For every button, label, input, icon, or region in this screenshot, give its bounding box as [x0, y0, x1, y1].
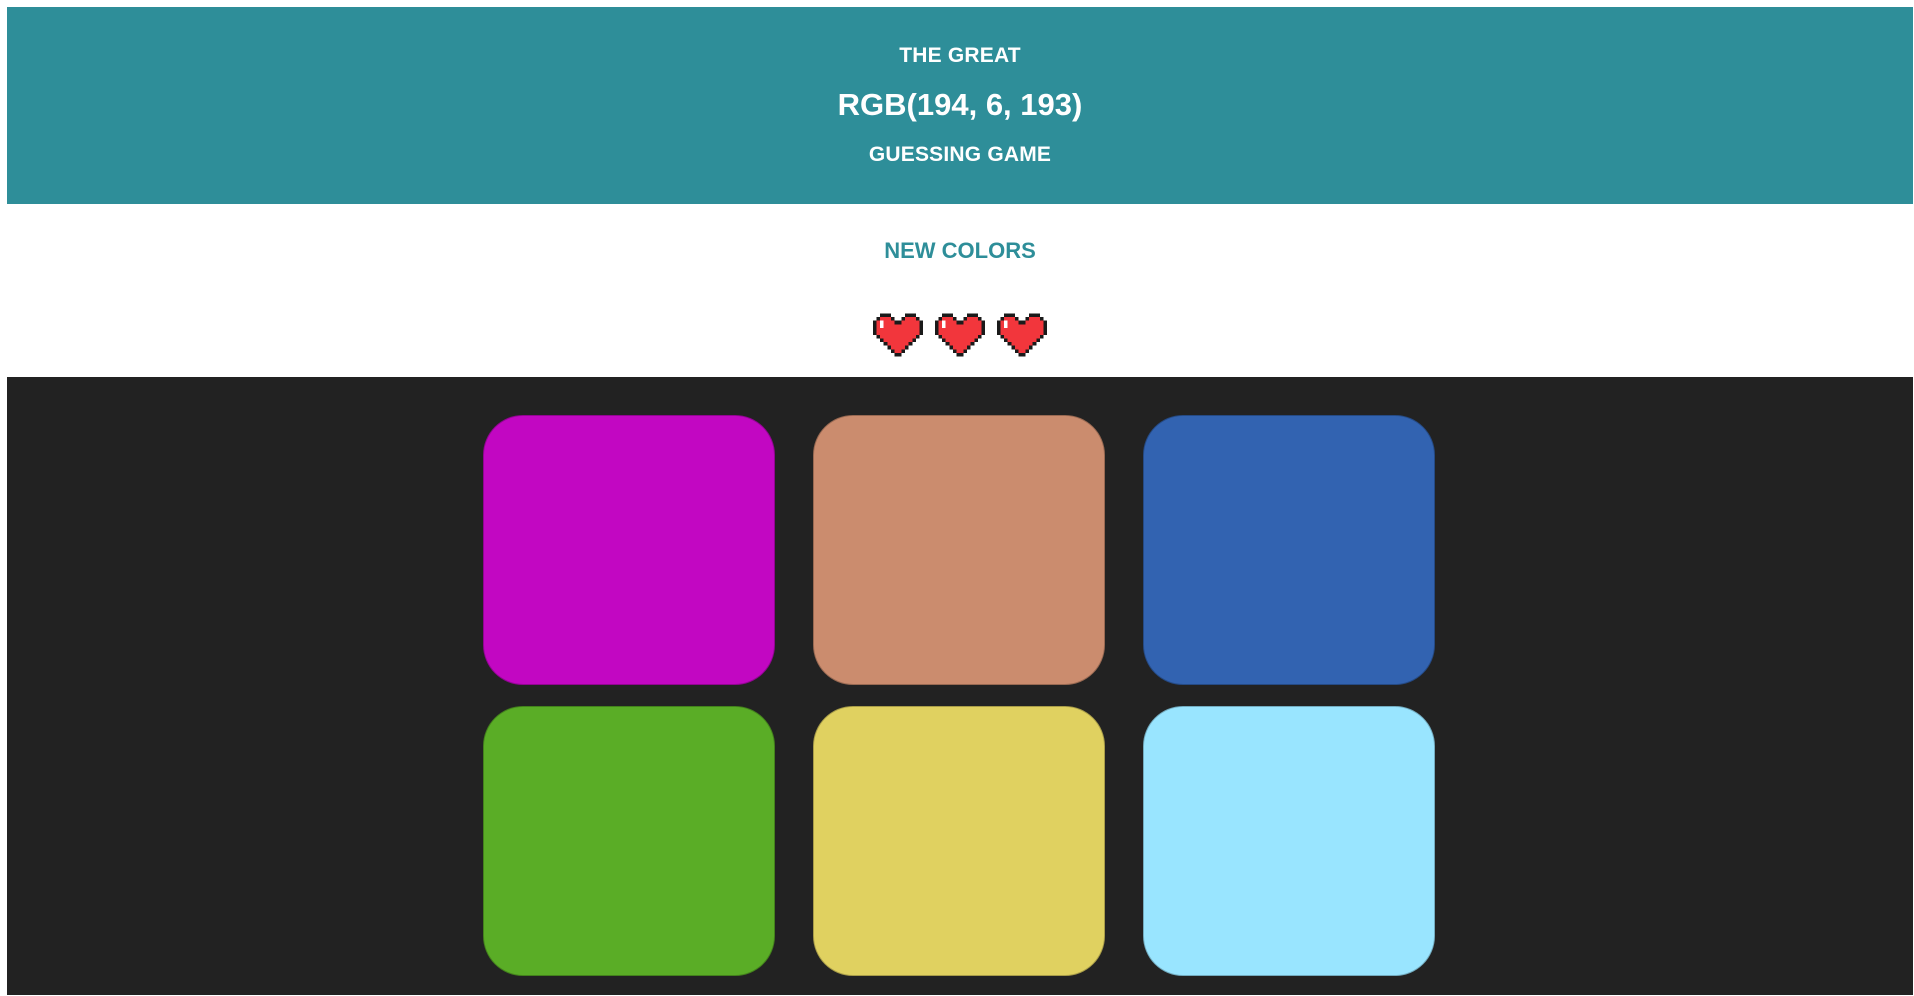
color-square-3[interactable] [1143, 415, 1435, 685]
pixel-heart-icon [873, 313, 923, 357]
color-square-4[interactable] [483, 706, 775, 976]
new-colors-button[interactable]: NEW COLORS [884, 238, 1036, 264]
color-square-1[interactable] [483, 415, 775, 685]
controls-bar: NEW COLORS [7, 204, 1913, 377]
target-rgb-display: RGB(194, 6, 193) [837, 87, 1083, 122]
header-title-bottom: GUESSING GAME [868, 143, 1052, 166]
color-square-6[interactable] [1143, 706, 1435, 976]
pixel-heart-icon [935, 313, 985, 357]
color-grid [483, 415, 1439, 976]
lives-display [7, 310, 1913, 360]
game-frame: THE GREAT RGB(194, 6, 193) GUESSING GAME… [7, 7, 1913, 995]
pixel-heart-icon [997, 313, 1047, 357]
color-board [7, 377, 1913, 995]
game-header: THE GREAT RGB(194, 6, 193) GUESSING GAME [7, 7, 1913, 204]
color-square-5[interactable] [813, 706, 1105, 976]
header-title-top: THE GREAT [899, 44, 1021, 67]
color-square-2[interactable] [813, 415, 1105, 685]
